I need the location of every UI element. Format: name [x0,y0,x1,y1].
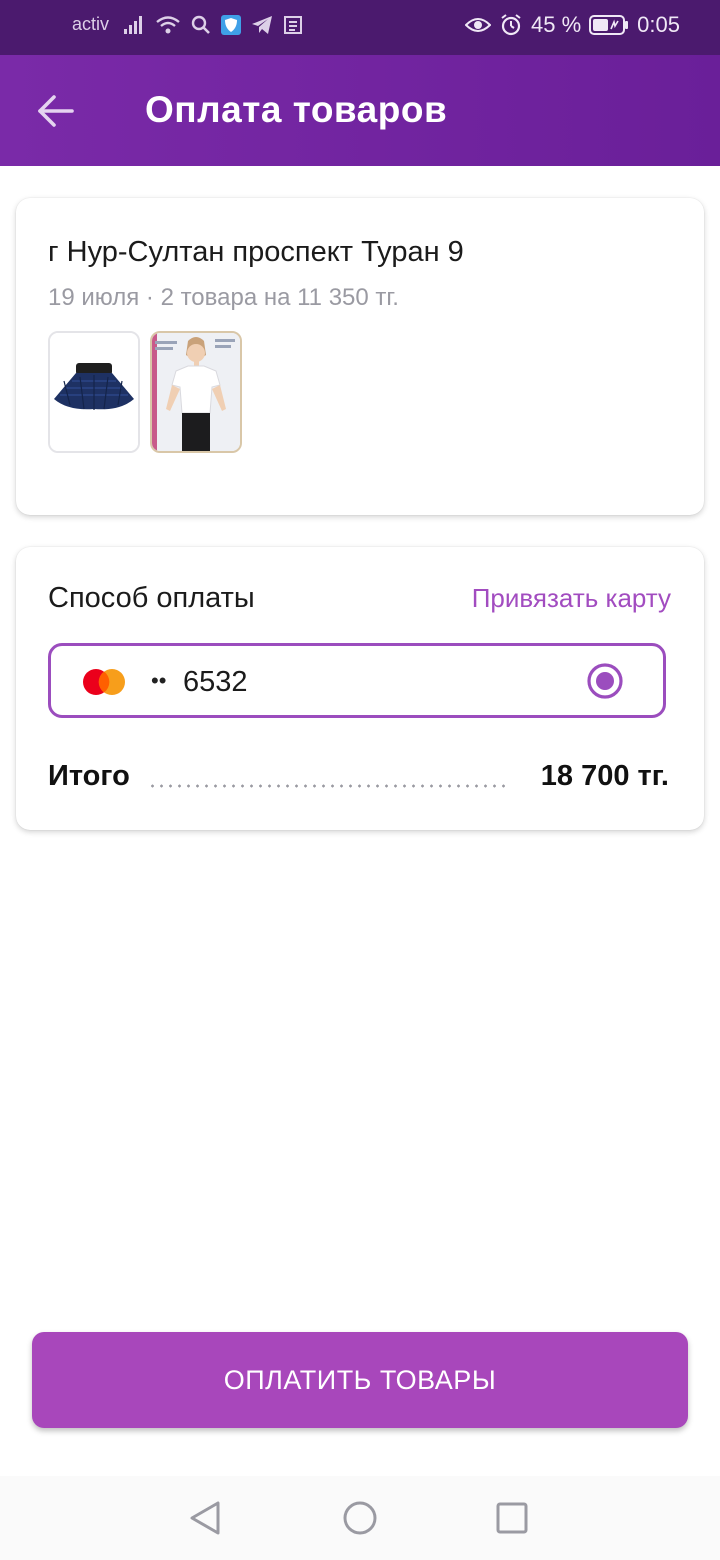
nav-home-icon [343,1501,377,1535]
nav-back-icon [190,1501,220,1535]
skirt-thumbnail[interactable] [48,331,140,453]
order-summary: 19 июля · 2 товара на 11 350 тг. [48,284,399,311]
carrier-label: activ [72,14,110,34]
pay-button[interactable]: ОПЛАТИТЬ ТОВАРЫ [32,1332,688,1428]
signal-icon [123,15,145,35]
battery-icon [589,14,629,36]
product-thumbnails [48,331,242,453]
mastercard-icon [83,669,125,695]
nav-recents-icon [496,1502,528,1534]
arrow-left-icon [38,95,74,127]
search-icon [191,15,211,35]
skirt-image [50,333,138,451]
status-bar: activ 45 % 0:05 [0,0,720,55]
tshirt-image [152,333,240,451]
total-label: Итого [48,760,130,792]
saved-card-option[interactable]: •• 6532 [48,643,666,718]
card-mask-dots: •• [151,668,167,693]
alarm-icon [499,13,523,37]
eye-icon [465,16,492,34]
clock: 0:05 [637,12,680,37]
nav-recents-button[interactable] [492,1498,532,1538]
tshirt-thumbnail[interactable] [150,331,242,453]
link-card-button[interactable]: Привязать карту [472,583,671,614]
delivery-address: г Нур-Султан проспект Туран 9 [48,236,464,268]
total-amount: 18 700 тг. [540,760,669,792]
battery-percent: 45 % [531,12,582,37]
wifi-icon [155,15,181,35]
status-left: activ [72,14,303,35]
payment-card: Способ оплаты Привязать карту •• 6532 Ит… [16,547,704,830]
system-nav-bar [0,1476,720,1560]
order-card: г Нур-Султан проспект Туран 9 19 июля · … [16,198,704,515]
app-bar: Оплата товаров [0,55,720,166]
radio-selected-icon[interactable] [587,663,623,699]
back-button[interactable] [34,89,78,133]
vpn-shield-icon [221,14,242,35]
news-icon [283,15,303,35]
nav-home-button[interactable] [340,1498,380,1538]
total-leader-dots [148,783,508,789]
status-right: 45 % 0:05 [465,12,680,38]
telegram-icon [251,15,273,35]
page-title: Оплата товаров [145,89,448,130]
nav-back-button[interactable] [186,1498,226,1538]
card-last-digits: 6532 [183,666,248,698]
payment-method-title: Способ оплаты [48,582,255,614]
